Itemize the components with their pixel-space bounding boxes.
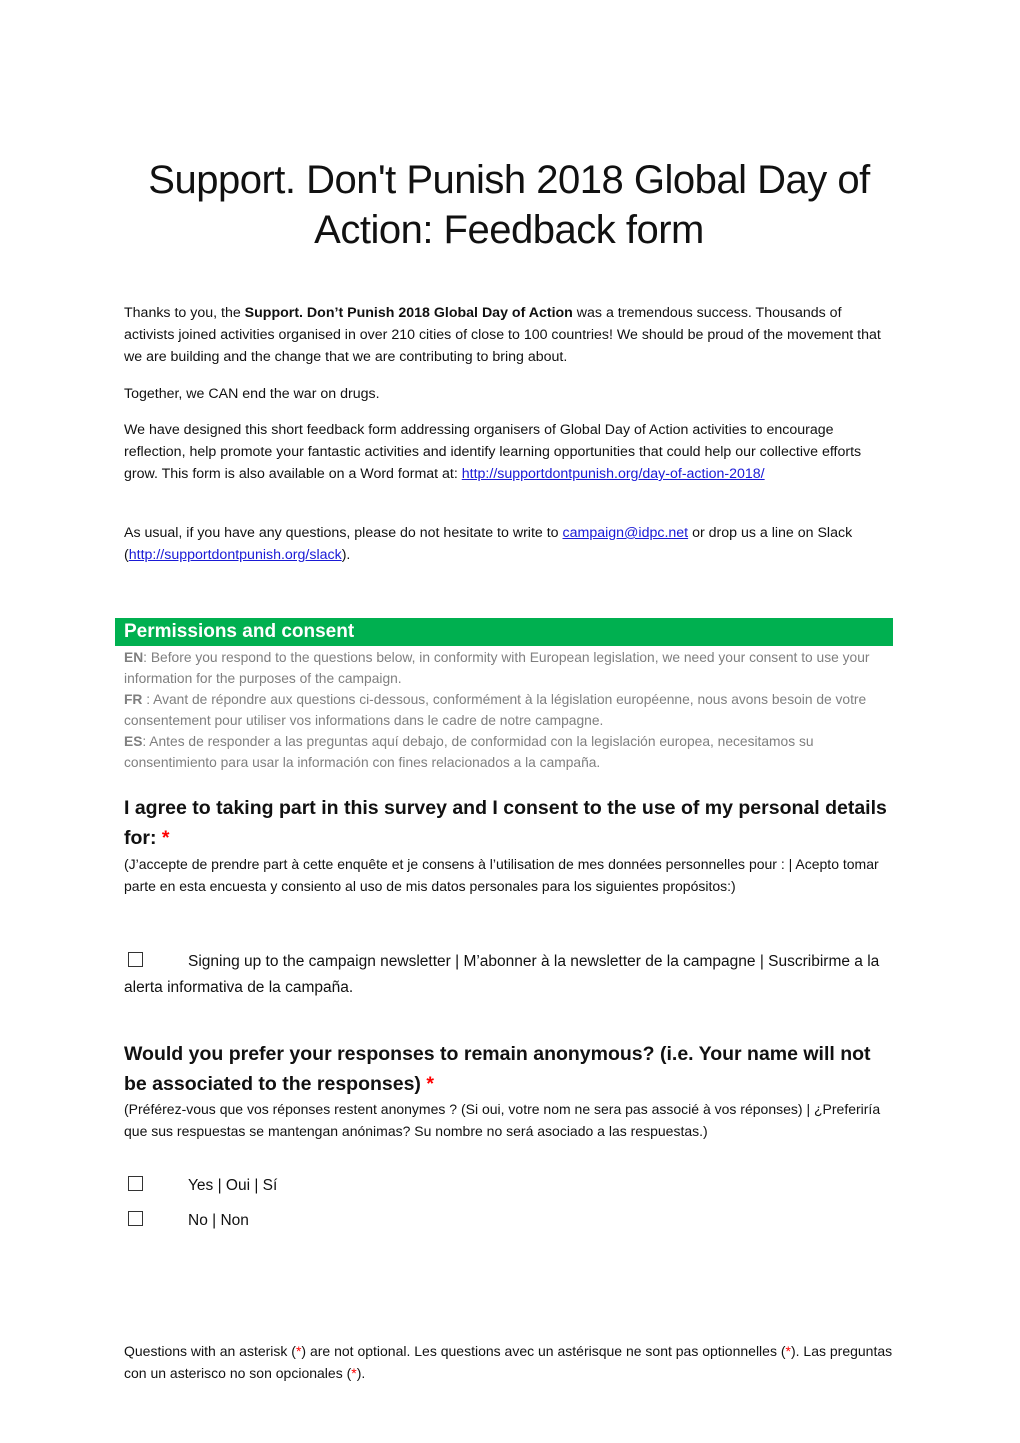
intro-paragraph-4: As usual, if you have any questions, ple… [124, 522, 894, 566]
checkbox-yes[interactable] [128, 1176, 143, 1191]
consent-en-text: : Before you respond to the questions be… [124, 650, 870, 686]
question-2-title: Would you prefer your responses to remai… [124, 1039, 894, 1099]
question-2-text: Would you prefer your responses to remai… [124, 1043, 871, 1095]
lang-label-es: ES [124, 734, 143, 749]
question-2-subtitle: (Préférez-vous que vos réponses restent … [124, 1101, 881, 1139]
question-1-option-newsletter[interactable]: Signing up to the campaign newsletter | … [124, 949, 894, 1001]
email-link[interactable]: campaign@idpc.net [563, 525, 689, 541]
option-label: Signing up to the campaign newsletter | … [124, 953, 880, 996]
lang-label-en: EN [124, 650, 144, 665]
required-asterisk: * [426, 1073, 434, 1095]
page-title: Support. Don't Punish 2018 Global Day of… [148, 157, 870, 252]
consent-en: EN: Before you respond to the questions … [124, 647, 894, 689]
intro-text: As usual, if you have any questions, ple… [124, 525, 563, 541]
question-2-option-no[interactable]: No | Non [124, 1208, 249, 1234]
note-text: Questions with an asterisk ( [124, 1343, 296, 1359]
note-text: ) are not optional. Les questions avec u… [301, 1343, 786, 1359]
consent-fr-text: : Avant de répondre aux questions ci-des… [124, 692, 867, 728]
intro-text: ). [341, 547, 351, 563]
required-fields-note: Questions with an asterisk (*) are not o… [124, 1340, 894, 1384]
note-text: ). [356, 1365, 366, 1381]
question-1-title: I agree to taking part in this survey an… [124, 793, 894, 853]
intro-bold-campaign-name: Support. Don’t Punish 2018 Global Day of… [244, 305, 573, 321]
option-label: No | Non [188, 1212, 249, 1229]
required-asterisk: * [161, 827, 170, 849]
lang-label-fr: FR [124, 692, 143, 707]
option-label: Yes | Oui | Sí [188, 1177, 278, 1194]
slack-link[interactable]: http://supportdontpunish.org/slack [129, 547, 342, 563]
intro-text: Thanks to you, the [124, 305, 245, 321]
checkbox-newsletter[interactable] [128, 952, 143, 967]
consent-fr: FR : Avant de répondre aux questions ci-… [124, 689, 894, 731]
consent-es-text: : Antes de responder a las preguntas aqu… [124, 734, 814, 770]
question-1-text: I agree to taking part in this survey an… [124, 797, 887, 849]
word-format-link[interactable]: http://supportdontpunish.org/day-of-acti… [462, 466, 765, 482]
section-header-permissions: Permissions and consent [115, 618, 893, 646]
intro-paragraph-2: Together, we CAN end the war on drugs. [124, 386, 380, 402]
consent-explanation: EN: Before you respond to the questions … [124, 647, 894, 773]
intro-paragraph-1: Thanks to you, the Support. Don’t Punish… [124, 302, 894, 368]
question-2-option-yes[interactable]: Yes | Oui | Sí [124, 1173, 277, 1199]
intro-paragraph-3: We have designed this short feedback for… [124, 419, 894, 485]
consent-es: ES: Antes de responder a las preguntas a… [124, 731, 894, 773]
question-1-subtitle: (J’accepte de prendre part à cette enquê… [124, 856, 879, 894]
checkbox-no[interactable] [128, 1211, 143, 1226]
